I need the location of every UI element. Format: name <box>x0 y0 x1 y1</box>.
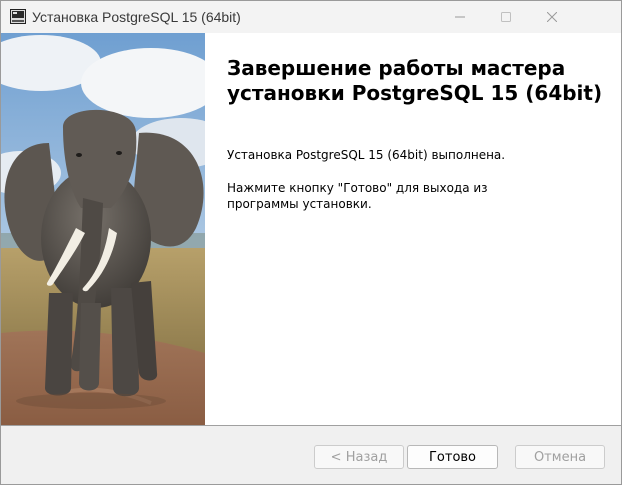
close-icon <box>547 12 557 22</box>
page-title: Завершение работы мастера установки Post… <box>227 56 603 105</box>
completion-message: Установка PostgreSQL 15 (64bit) выполнен… <box>227 148 506 162</box>
title-bar[interactable]: Установка PostgreSQL 15 (64bit) <box>1 1 621 33</box>
minimize-icon <box>455 16 465 18</box>
installer-window: Установка PostgreSQL 15 (64bit) Завершен… <box>0 0 622 485</box>
back-button[interactable]: < Назад <box>314 445 404 469</box>
finish-button[interactable]: Готово <box>407 445 498 469</box>
minimize-button[interactable] <box>437 1 483 33</box>
exit-instruction: Нажмите кнопку "Готово" для выхода из пр… <box>227 181 488 211</box>
cancel-button[interactable]: Отмена <box>515 445 605 469</box>
window-title: Установка PostgreSQL 15 (64bit) <box>32 9 241 25</box>
button-bar: < Назад Готово Отмена <box>1 426 621 484</box>
close-button[interactable] <box>529 1 575 33</box>
maximize-button[interactable] <box>483 1 529 33</box>
elephant-photo <box>1 33 205 425</box>
installer-icon <box>10 9 26 24</box>
maximize-icon <box>501 12 511 22</box>
content-area: Завершение работы мастера установки Post… <box>1 33 621 425</box>
